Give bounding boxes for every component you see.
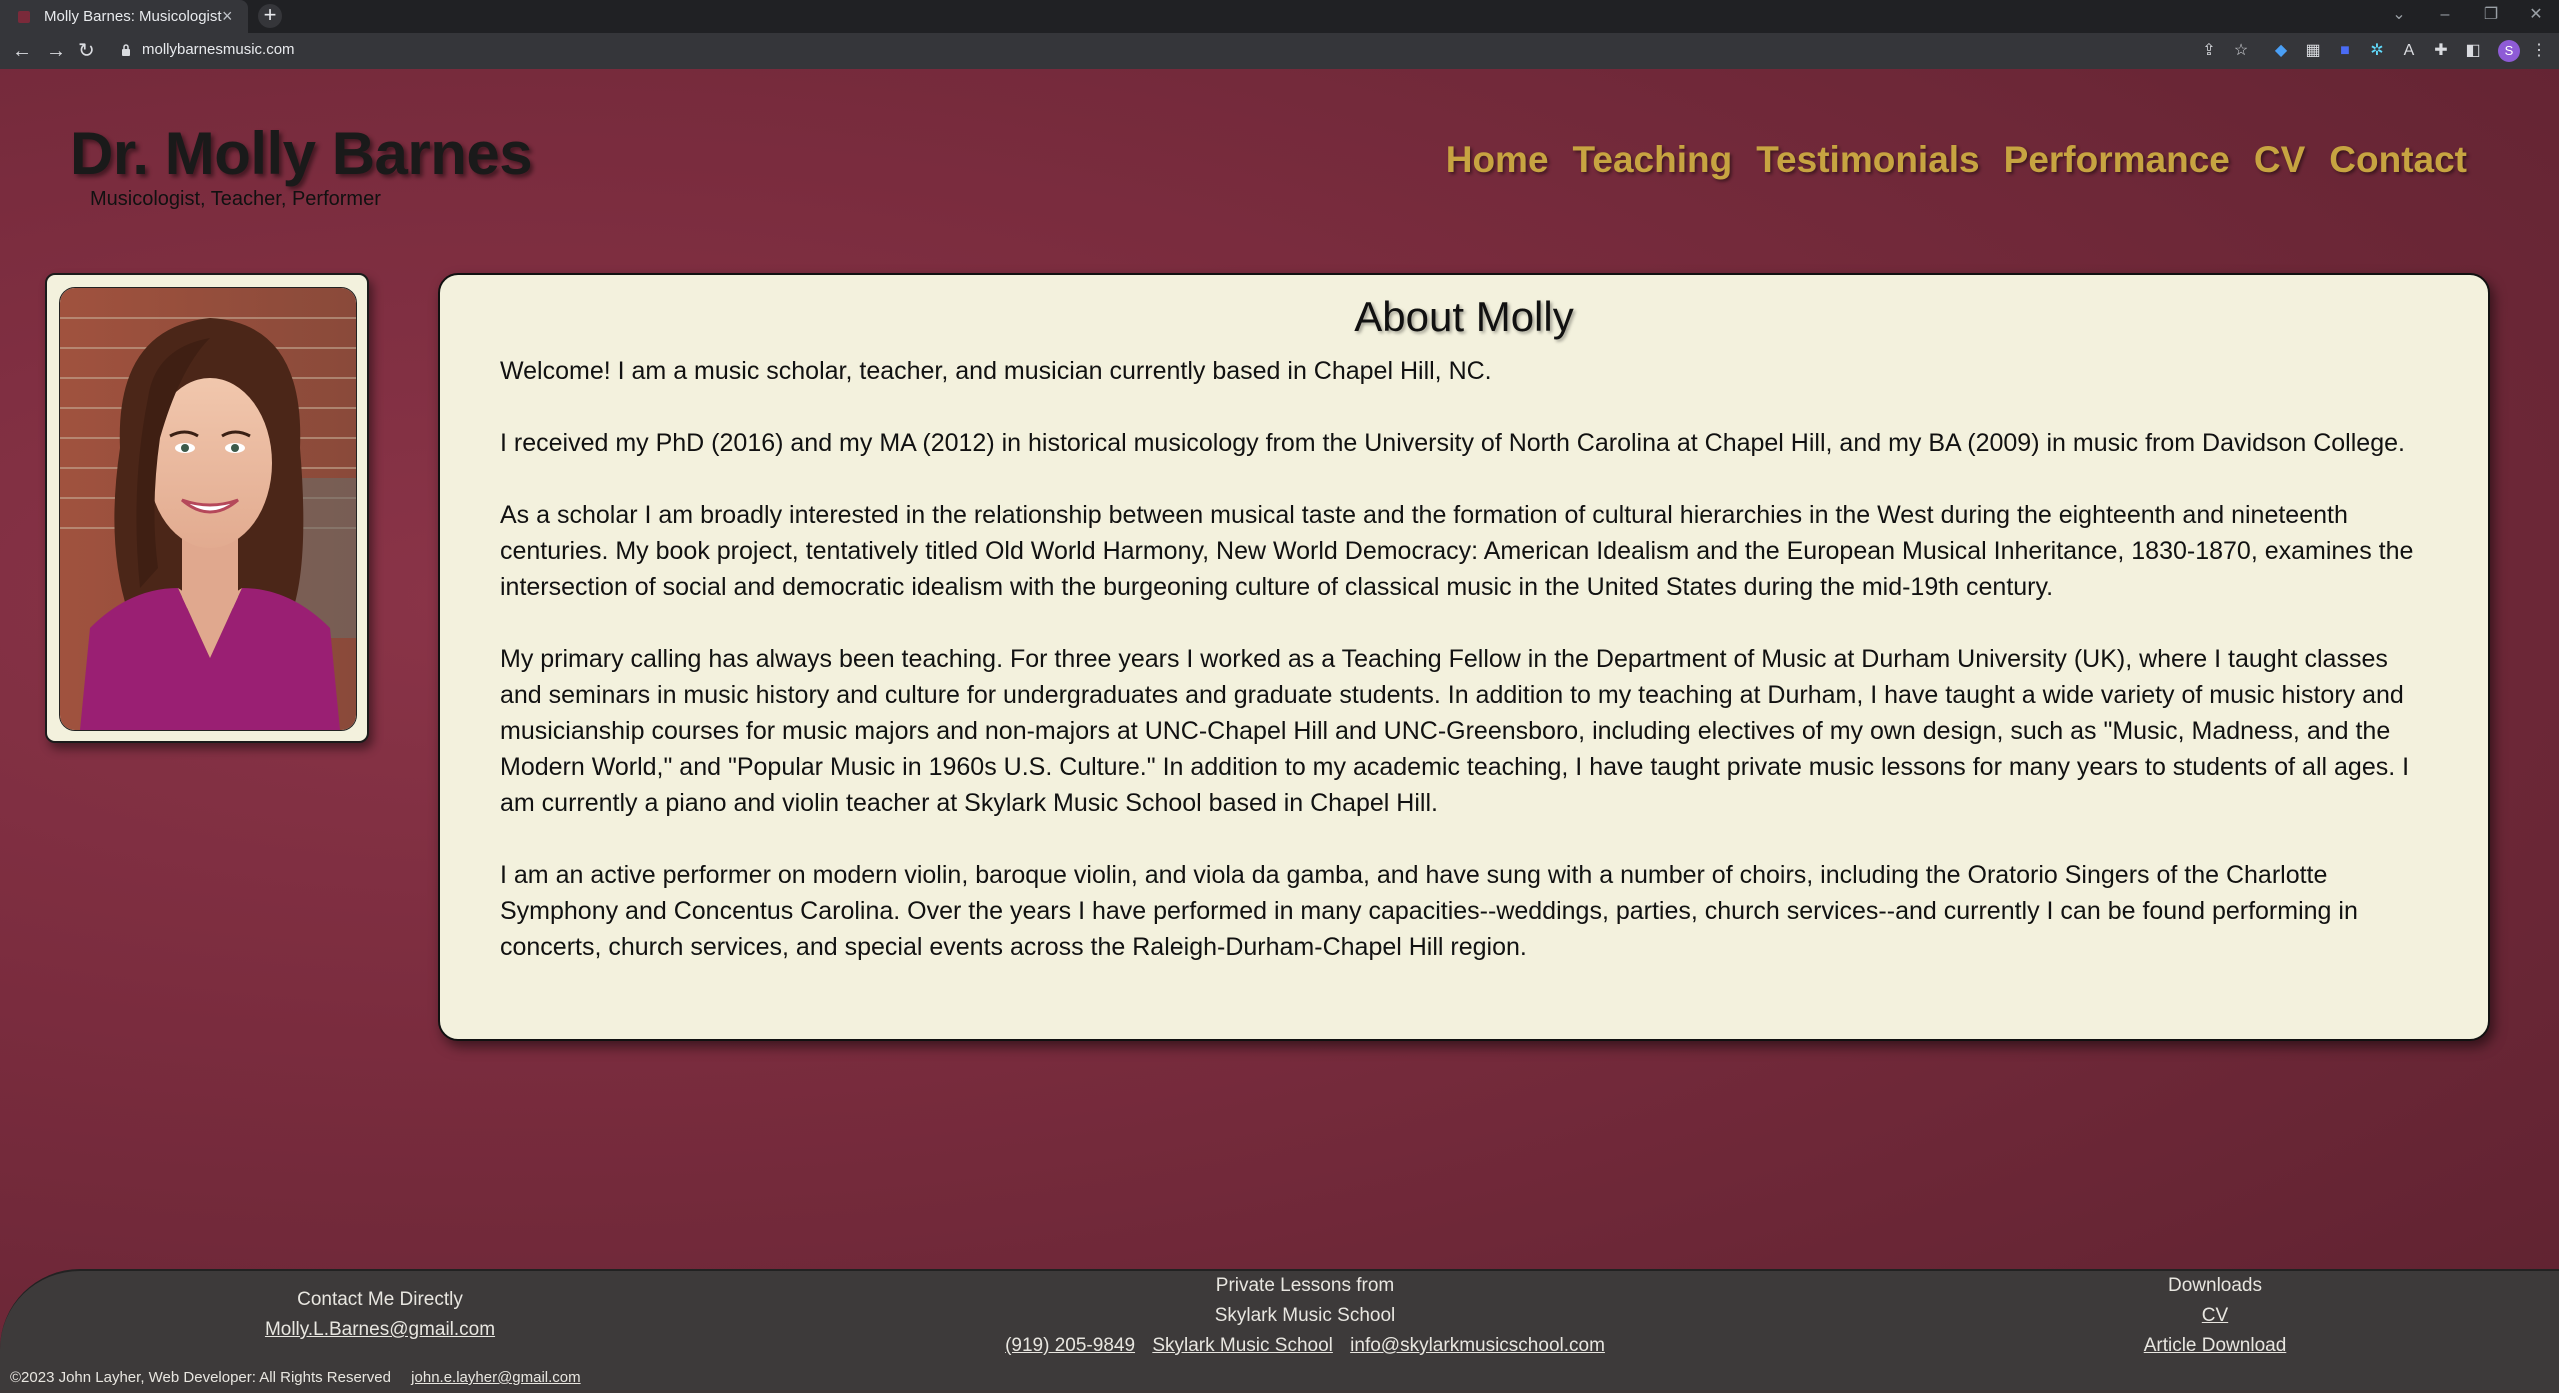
bookmark-star-icon[interactable]: ☆ bbox=[2232, 42, 2250, 60]
reload-icon[interactable]: ↻ bbox=[78, 39, 95, 63]
minimize-icon[interactable]: – bbox=[2422, 0, 2468, 33]
footer-lessons-line2: Skylark Music School bbox=[1214, 1305, 1396, 1326]
about-heading: About Molly bbox=[1354, 293, 1574, 340]
footer-copyright: ©2023 John Layher, Web Developer: All Ri… bbox=[10, 1369, 581, 1386]
site-title: Dr. Molly Barnes bbox=[70, 120, 533, 187]
copyright-text: ©2023 John Layher, Web Developer: All Ri… bbox=[10, 1369, 391, 1386]
extensions-puzzle-icon[interactable]: ✚ bbox=[2432, 42, 2450, 60]
new-tab-button[interactable]: + bbox=[258, 4, 282, 28]
profile-avatar[interactable]: S bbox=[2498, 40, 2520, 62]
forward-icon[interactable]: → bbox=[46, 39, 66, 63]
share-icon[interactable]: ⇪ bbox=[2200, 42, 2218, 60]
footer-contact-heading: Contact Me Directly bbox=[297, 1289, 463, 1310]
nav-contact[interactable]: Contact bbox=[2329, 139, 2467, 181]
about-paragraph-performance: I am an active performer on modern violi… bbox=[500, 861, 2358, 961]
about-paragraph-scholarship: As a scholar I am broadly interested in … bbox=[500, 501, 2414, 601]
browser-tab-active[interactable]: Molly Barnes: Musicologist × bbox=[0, 0, 248, 33]
about-section: About Molly Welcome! I am a music schola… bbox=[438, 273, 2490, 1041]
back-icon[interactable]: ← bbox=[12, 39, 32, 63]
extension-grid-icon[interactable]: ▦ bbox=[2304, 42, 2322, 60]
tab-title: Molly Barnes: Musicologist bbox=[44, 8, 222, 25]
developer-email-link[interactable]: john.e.layher@gmail.com bbox=[411, 1369, 580, 1386]
close-window-icon[interactable]: ✕ bbox=[2513, 0, 2559, 33]
portrait-photo bbox=[59, 287, 357, 731]
browser-tab-bar: Molly Barnes: Musicologist × + ⌄ – ❐ ✕ bbox=[0, 0, 2559, 33]
extension-square-icon[interactable]: ■ bbox=[2336, 42, 2354, 60]
tab-close-icon[interactable]: × bbox=[222, 5, 233, 27]
footer-article-download-link[interactable]: Article Download bbox=[2144, 1335, 2287, 1356]
portrait-card bbox=[45, 273, 369, 743]
restore-icon[interactable]: ❐ bbox=[2468, 0, 2514, 33]
tab-search-icon[interactable]: ⌄ bbox=[2376, 0, 2422, 33]
site-favicon-icon bbox=[18, 11, 30, 23]
footer-lessons: Private Lessons from Skylark Music Schoo… bbox=[980, 1271, 1630, 1361]
address-bar[interactable]: mollybarnesmusic.com bbox=[142, 41, 295, 58]
extension-react-icon[interactable]: ✲ bbox=[2368, 42, 2386, 60]
web-page: Dr. Molly Barnes Musicologist, Teacher, … bbox=[0, 69, 2559, 1393]
footer-school-link[interactable]: Skylark Music School bbox=[1152, 1335, 1333, 1356]
site-subtitle: Musicologist, Teacher, Performer bbox=[90, 188, 381, 210]
extension-shield-icon[interactable]: ◆ bbox=[2272, 42, 2290, 60]
nav-performance[interactable]: Performance bbox=[2004, 139, 2230, 181]
nav-home[interactable]: Home bbox=[1446, 139, 1549, 181]
main-nav: Home Teaching Testimonials Performance C… bbox=[1446, 139, 2467, 181]
about-paragraph-teaching: My primary calling has always been teach… bbox=[500, 645, 2410, 817]
footer-downloads-heading: Downloads bbox=[2168, 1275, 2262, 1296]
footer-downloads: Downloads CV Article Download bbox=[2065, 1271, 2365, 1361]
sidebar-icon[interactable]: ◧ bbox=[2464, 42, 2482, 60]
nav-teaching[interactable]: Teaching bbox=[1573, 139, 1733, 181]
footer-cv-download-link[interactable]: CV bbox=[2202, 1305, 2228, 1326]
nav-cv[interactable]: CV bbox=[2254, 139, 2305, 181]
footer-lessons-line1: Private Lessons from bbox=[1215, 1275, 1395, 1296]
about-paragraph-welcome: Welcome! I am a music scholar, teacher, … bbox=[500, 357, 1492, 385]
menu-kebab-icon[interactable]: ⋮ bbox=[2530, 42, 2548, 60]
lock-icon bbox=[122, 44, 130, 56]
about-paragraph-education: I received my PhD (2016) and my MA (2012… bbox=[500, 429, 2405, 457]
footer-contact-email-link[interactable]: Molly.L.Barnes@gmail.com bbox=[265, 1319, 495, 1340]
nav-testimonials[interactable]: Testimonials bbox=[1756, 139, 1979, 181]
footer-school-email-link[interactable]: info@skylarkmusicschool.com bbox=[1350, 1335, 1605, 1356]
extension-font-icon[interactable]: A bbox=[2400, 42, 2418, 60]
browser-toolbar: ← → ↻ mollybarnesmusic.com ⇪ ☆ ◆ ▦ ■ ✲ A… bbox=[0, 33, 2559, 69]
site-footer: Contact Me Directly Molly.L.Barnes@gmail… bbox=[0, 1269, 2559, 1393]
footer-contact: Contact Me Directly Molly.L.Barnes@gmail… bbox=[230, 1285, 530, 1345]
footer-phone-link[interactable]: (919) 205-9849 bbox=[1005, 1335, 1135, 1356]
